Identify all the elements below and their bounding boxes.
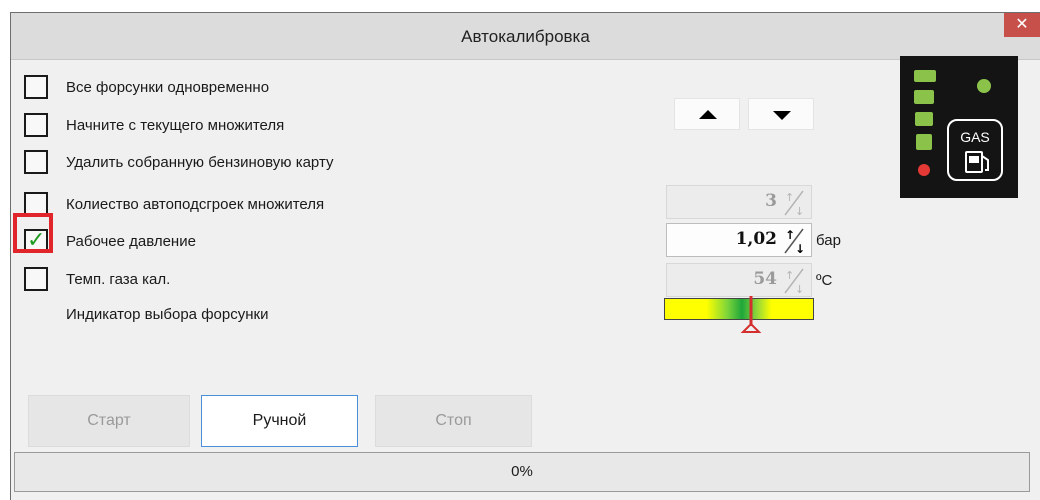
arrow-up-button[interactable] [674,98,740,130]
option-label: Начните с текущего множителя [66,117,285,134]
checkbox[interactable] [24,267,48,291]
svg-text:↓: ↓ [795,242,805,255]
progress-text: 0% [511,463,533,480]
autotune-count-spinner[interactable]: 3 ↑ ↓ [666,185,812,219]
led-bottom-indicator [918,164,930,176]
gas-temp-spinner[interactable]: 54 ↑ ↓ [666,263,812,297]
checkbox[interactable] [24,113,48,137]
option-label: Все форсунки одновременно [66,79,270,96]
pressure-spinner[interactable]: 1,02 ↑ ↓ [666,223,812,257]
fuel-pump-icon [965,151,989,173]
svg-text:↑: ↑ [785,228,795,242]
checkbox[interactable] [24,150,48,174]
checkbox[interactable] [24,75,48,99]
spinner-value: 1,02 [735,229,777,249]
pressure-unit: бар [816,232,841,249]
spinner-value: 54 [753,269,777,289]
close-icon: ✕ [1015,16,1029,33]
svg-text:↑: ↑ [785,269,794,282]
option-label: Темп. газа кал. [66,271,171,288]
stop-button[interactable]: Стоп [375,395,532,447]
fuel-bar [916,134,932,150]
fuel-bar [914,90,934,104]
option-label: Рабочее давление [66,233,196,250]
injector-indicator-label: Индикатор выбора форсунки [66,306,269,323]
progress-bar: 0% [14,452,1030,492]
gas-label: GAS [960,129,990,145]
start-button[interactable]: Старт [28,395,190,447]
spinner-value: 3 [765,191,777,211]
fuel-level-display: GAS [914,70,1003,181]
fuel-bar [915,112,933,126]
spin-arrows-icon[interactable]: ↑ ↓ [781,189,807,217]
svg-text:↓: ↓ [795,205,804,217]
manual-button[interactable]: Ручной [201,395,358,447]
gas-temp-unit: ºC [816,272,833,289]
arrow-up-icon [699,110,717,119]
spin-arrows-icon[interactable]: ↑ ↓ [781,227,807,255]
close-button[interactable]: ✕ [1004,13,1040,37]
led-top-indicator [977,79,991,93]
indicator-marker-icon [740,296,762,333]
svg-text:↑: ↑ [785,191,794,204]
option-label: Колиество автоподсгроек множителя [66,196,325,213]
spin-arrows-icon[interactable]: ↑ ↓ [781,267,807,295]
svg-text:↓: ↓ [795,283,804,295]
fuel-bar [914,70,936,82]
gas-status-panel: GAS [900,56,1018,198]
title-bar: Автокалибровка ✕ [11,13,1040,60]
window-title: Автокалибровка [461,27,590,46]
arrow-down-icon [773,111,791,120]
option-label: Удалить собранную бензиновую карту [66,154,334,171]
arrow-down-button[interactable] [748,98,814,130]
red-highlight-box [13,213,53,253]
